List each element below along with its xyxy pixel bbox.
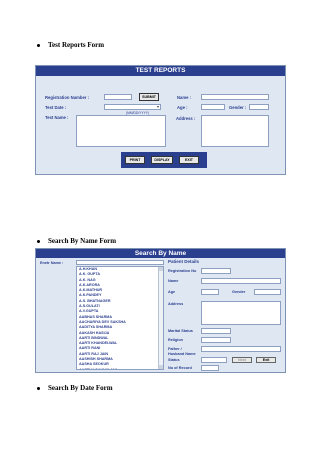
enter-name-label: Enetr Name :	[40, 261, 64, 265]
address-textarea[interactable]	[201, 115, 269, 147]
name-input[interactable]	[201, 94, 269, 100]
section-title: Test Reports Form	[48, 41, 105, 49]
gender-label: Gender	[232, 290, 246, 294]
religion-label: Religion	[168, 338, 183, 342]
exit-button[interactable]: EXIT	[179, 156, 199, 164]
form-header: TEST REPORTS	[36, 66, 285, 76]
scrollbar[interactable]	[158, 267, 163, 369]
bullet-icon	[37, 239, 40, 243]
list-item[interactable]: AASTHA SAHNVLANI	[77, 368, 163, 369]
next-button[interactable]: Next	[232, 357, 252, 363]
display-button[interactable]: DISPLAY	[151, 156, 173, 164]
status-input[interactable]	[201, 357, 227, 363]
section-heading-test-reports: Test Reports Form	[37, 41, 104, 49]
test-name-textarea[interactable]	[76, 115, 166, 147]
scroll-down-icon[interactable]	[159, 365, 163, 369]
section-heading-search-by-date: Search By Date Form	[37, 384, 113, 392]
age-label: Age	[168, 290, 176, 294]
status-label: Status	[168, 358, 180, 362]
address-label: Address	[168, 302, 184, 306]
button-bar: PRINT DISPLAY EXIT	[121, 152, 207, 168]
address-textarea[interactable]	[201, 301, 281, 325]
religion-input[interactable]	[201, 337, 231, 343]
registration-number-input[interactable]	[104, 94, 132, 100]
marital-status-label: Marital Status	[168, 329, 193, 333]
gender-label: Gender :	[229, 105, 247, 110]
no-of-record-input[interactable]	[201, 365, 219, 371]
search-by-name-form: Search By Name Enetr Name : A.H.KHAN A.K.…	[35, 248, 286, 373]
name-list-items: A.H.KHAN A.K. GUPTA A.K. NAG A.K.ARORA A.K.M…	[77, 267, 163, 369]
name-listbox[interactable]: A.H.KHAN A.K. GUPTA A.K. NAG A.K.ARORA A.K.M…	[76, 266, 164, 370]
form-header: Search By Name	[36, 249, 285, 258]
address-label: Address :	[176, 116, 196, 121]
registration-number-label: Registration Number :	[45, 95, 89, 100]
enter-name-input[interactable]	[76, 260, 164, 265]
test-date-select[interactable]: ▾	[104, 104, 161, 110]
age-label: Age :	[177, 105, 188, 110]
name-label: Name :	[177, 95, 191, 100]
exit-button[interactable]: Exit	[256, 357, 276, 363]
registration-no-input[interactable]	[201, 268, 231, 274]
patient-details-title: Patient Details	[168, 259, 200, 264]
registration-no-label: Registration No	[168, 269, 197, 273]
gender-input[interactable]	[249, 104, 269, 110]
no-of-record-label: No of Record	[168, 366, 192, 370]
section-heading-search-by-name: Search By Name Form	[37, 237, 116, 245]
gender-input[interactable]	[254, 289, 281, 295]
section-title: Search By Name Form	[48, 237, 117, 245]
submit-button[interactable]: SUBMIT	[139, 93, 159, 101]
marital-status-input[interactable]	[201, 328, 231, 334]
scroll-up-icon[interactable]	[159, 267, 163, 271]
chevron-down-icon: ▾	[156, 104, 159, 109]
bullet-icon	[37, 43, 40, 47]
print-button[interactable]: PRINT	[125, 156, 145, 164]
section-title: Search By Date Form	[48, 384, 113, 392]
test-name-label: Test Name :	[45, 115, 69, 120]
test-date-label: Test Date :	[45, 105, 67, 110]
age-input[interactable]	[201, 289, 219, 295]
patient-name-input[interactable]	[201, 278, 281, 284]
test-reports-form: TEST REPORTS Registration Number : SUBMI…	[35, 65, 286, 175]
bullet-icon	[37, 386, 40, 390]
father-husband-label: Father / Husband Name	[168, 347, 196, 356]
age-input[interactable]	[201, 104, 225, 110]
father-husband-input[interactable]	[201, 346, 281, 352]
patient-name-label: Name	[168, 279, 179, 283]
